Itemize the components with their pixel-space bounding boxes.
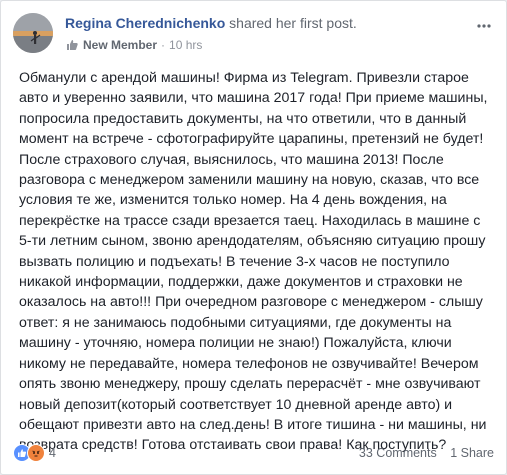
new-member-badge: New Member <box>83 38 158 52</box>
comments-count-link[interactable]: 33 Comments <box>359 446 437 460</box>
reactions-summary[interactable]: 4 <box>13 444 56 462</box>
post-action-text: shared her first post. <box>229 15 357 31</box>
meta-separator: · <box>161 38 166 52</box>
engagement-counts: 33 Comments 1 Share <box>349 446 494 460</box>
avatar[interactable] <box>13 13 53 53</box>
post-footer: 4 33 Comments 1 Share <box>13 443 494 463</box>
post-body-text: Обманули с арендой машины! Фирма из Tele… <box>19 70 488 454</box>
author-name[interactable]: Regina Cherednichenko <box>65 15 225 31</box>
post-meta: New Member · 10 hrs <box>65 38 202 52</box>
shares-count-link[interactable]: 1 Share <box>450 446 494 460</box>
new-member-icon <box>65 39 79 51</box>
post-header: Regina Cherednichenko shared her first p… <box>65 15 357 31</box>
avatar-photo <box>13 13 53 53</box>
more-options-icon[interactable] <box>476 17 492 28</box>
post-timestamp[interactable]: 10 hrs <box>169 38 202 52</box>
reaction-count[interactable]: 4 <box>49 446 56 460</box>
post-card: Regina Cherednichenko shared her first p… <box>0 0 507 475</box>
angry-reaction-icon <box>27 444 45 462</box>
